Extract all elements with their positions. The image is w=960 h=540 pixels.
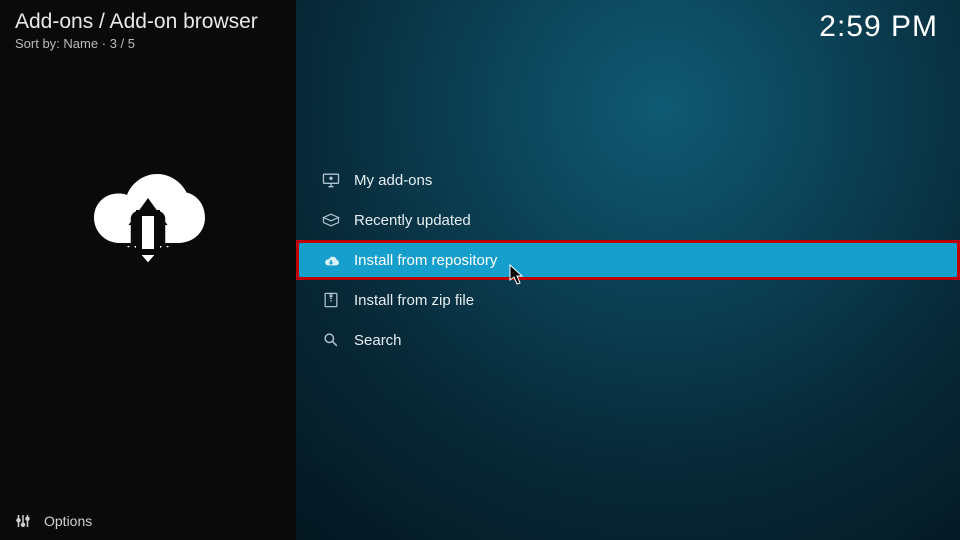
sort-value: Name: [63, 36, 98, 51]
clock: 2:59 PM: [819, 10, 938, 44]
menu-item-my-addons[interactable]: My add-ons: [296, 160, 960, 200]
cloud-download-small-icon: [316, 250, 346, 270]
screen-icon: [316, 170, 346, 190]
menu-label: My add-ons: [354, 172, 432, 189]
sort-separator: ·: [102, 36, 110, 51]
box-open-icon: [316, 210, 346, 230]
menu-label: Install from zip file: [354, 292, 474, 309]
options-label: Options: [44, 513, 92, 529]
list-position: 3 / 5: [110, 36, 135, 51]
menu-item-recently-updated[interactable]: Recently updated: [296, 200, 960, 240]
menu-item-install-from-zip[interactable]: Install from zip file: [296, 280, 960, 320]
footer-bar[interactable]: Options: [0, 502, 296, 540]
sidebar: Add-ons / Add-on browser Sort by: Name ·…: [0, 0, 296, 540]
menu-label: Install from repository: [354, 252, 497, 269]
menu-list: My add-ons Recently updated Install from…: [296, 160, 960, 360]
breadcrumb: Add-ons / Add-on browser: [0, 0, 296, 34]
cloud-download-icon: [73, 141, 223, 296]
search-icon: [316, 330, 346, 350]
sort-info: Sort by: Name · 3 / 5: [0, 36, 296, 51]
menu-label: Search: [354, 332, 402, 349]
menu-label: Recently updated: [354, 212, 471, 229]
menu-item-install-from-repository[interactable]: Install from repository: [296, 240, 960, 280]
zip-file-icon: [316, 290, 346, 310]
menu-item-search[interactable]: Search: [296, 320, 960, 360]
options-icon: [14, 512, 32, 530]
sort-label: Sort by:: [15, 36, 60, 51]
category-icon-wrap: [0, 141, 296, 296]
main-panel: 2:59 PM My add-ons Recently updated: [296, 0, 960, 540]
